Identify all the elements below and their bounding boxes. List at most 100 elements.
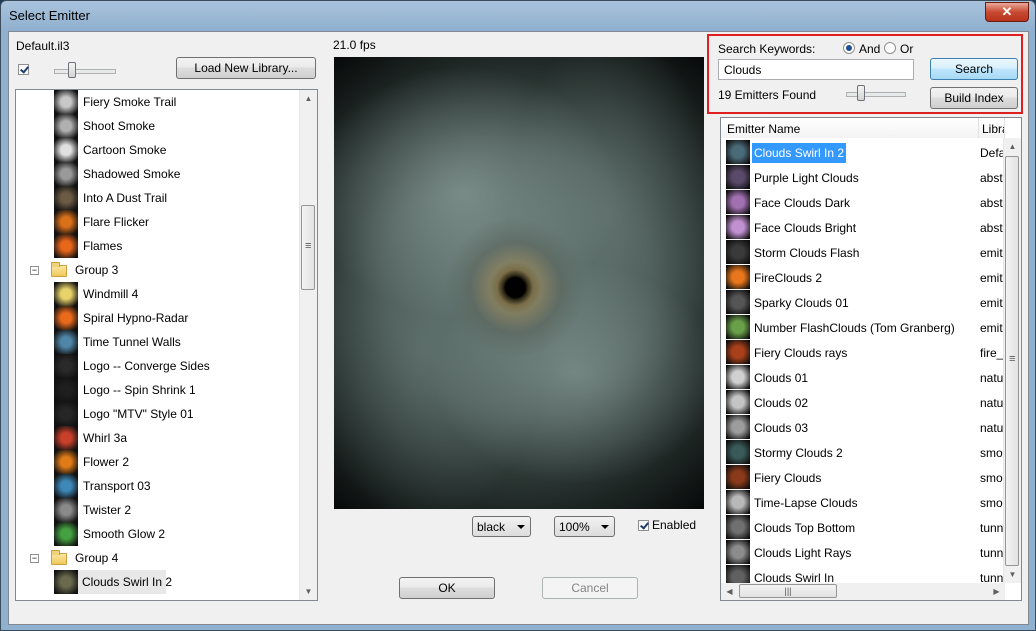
- ok-button[interactable]: OK: [399, 577, 495, 599]
- library-enabled-checkbox[interactable]: [18, 64, 29, 75]
- result-library-name: natu: [980, 371, 1004, 385]
- result-row[interactable]: Clouds Swirl In 2 Defa: [722, 140, 1005, 165]
- search-slider-thumb[interactable]: [857, 85, 865, 101]
- tree-item-label: Logo -- Converge Sides: [83, 359, 210, 373]
- tree-item[interactable]: Smooth Glow 2: [16, 522, 301, 546]
- thumbnail-size-slider-thumb[interactable]: [68, 62, 76, 78]
- tree-item-label: Clouds Swirl In 2: [82, 575, 173, 589]
- tree-item[interactable]: Fiery Smoke Trail: [16, 90, 301, 114]
- tree-item[interactable]: Spiral Hypno-Radar: [16, 306, 301, 330]
- search-results-list[interactable]: Emitter Name Libra Clouds Swirl In 2 Defa…: [720, 117, 1022, 601]
- result-row[interactable]: Clouds 03 natu: [722, 415, 1005, 440]
- results-vscroll-thumb[interactable]: [1005, 156, 1019, 566]
- emitter-tree[interactable]: Fiery Smoke Trail Shoot Smoke Cartoon Smok…: [15, 89, 318, 601]
- tree-scroll-thumb[interactable]: [301, 205, 315, 290]
- thumbnail-size-slider-track[interactable]: [54, 69, 116, 74]
- result-emitter-name: Clouds Swirl In 2: [752, 143, 847, 163]
- scroll-up-arrow-icon[interactable]: ▲: [1004, 138, 1021, 155]
- title-bar[interactable]: Select Emitter ✕: [1, 1, 1035, 31]
- tree-item-label: Whirl 3a: [83, 431, 128, 445]
- result-row[interactable]: Number FlashClouds (Tom Granberg) emit: [722, 315, 1005, 340]
- column-header-emitter-name[interactable]: Emitter Name: [721, 118, 979, 138]
- result-row[interactable]: Clouds Top Bottom tunn: [722, 515, 1005, 540]
- result-row[interactable]: Sparky Clouds 01 emit: [722, 290, 1005, 315]
- scroll-up-arrow-icon[interactable]: ▲: [300, 90, 317, 107]
- tree-item[interactable]: Twister 2: [16, 498, 301, 522]
- emitter-thumbnail: [726, 215, 750, 239]
- load-new-library-button[interactable]: Load New Library...: [176, 57, 316, 79]
- emitter-thumbnail: [54, 522, 78, 546]
- search-keywords-input[interactable]: [718, 59, 914, 80]
- scroll-down-arrow-icon[interactable]: ▼: [300, 583, 317, 600]
- result-rows: Clouds Swirl In 2 Defa Purple Light Clouds…: [721, 138, 1005, 584]
- tree-vertical-scrollbar[interactable]: ▲ ▼: [299, 90, 317, 600]
- result-row[interactable]: Purple Light Clouds abst: [722, 165, 1005, 190]
- or-radio[interactable]: [884, 42, 896, 54]
- tree-item-label: Spiral Hypno-Radar: [83, 311, 189, 325]
- result-row[interactable]: Fiery Clouds smo: [722, 465, 1005, 490]
- result-row[interactable]: Clouds Light Rays tunn: [722, 540, 1005, 565]
- result-row[interactable]: Stormy Clouds 2 smo: [722, 440, 1005, 465]
- result-row[interactable]: Face Clouds Dark abst: [722, 190, 1005, 215]
- tree-item[interactable]: Logo -- Converge Sides: [16, 354, 301, 378]
- tree-item[interactable]: Flower 2: [16, 450, 301, 474]
- tree-item[interactable]: Shoot Smoke: [16, 114, 301, 138]
- background-color-select[interactable]: black: [472, 516, 531, 537]
- tree-item[interactable]: Time Tunnel Walls: [16, 330, 301, 354]
- result-row[interactable]: Clouds 02 natu: [722, 390, 1005, 415]
- result-library-name: emit: [980, 321, 1003, 335]
- folder-icon: [51, 262, 67, 277]
- tree-item-label: Time Tunnel Walls: [83, 335, 181, 349]
- tree-group[interactable]: − Group 3: [16, 258, 301, 282]
- result-row[interactable]: Time-Lapse Clouds smo: [722, 490, 1005, 515]
- result-row[interactable]: Clouds Swirl In tunn: [722, 565, 1005, 584]
- tree-item[interactable]: Flare Flicker: [16, 210, 301, 234]
- tree-group-label: Group 3: [75, 263, 119, 277]
- result-row[interactable]: Face Clouds Bright abst: [722, 215, 1005, 240]
- tree-item[interactable]: Transport 03: [16, 474, 301, 498]
- result-row[interactable]: Storm Clouds Flash emit: [722, 240, 1005, 265]
- zoom-select[interactable]: 100%: [554, 516, 615, 537]
- tree-item[interactable]: Whirl 3a: [16, 426, 301, 450]
- tree-item[interactable]: Flames: [16, 234, 301, 258]
- close-button[interactable]: ✕: [985, 2, 1029, 22]
- and-radio[interactable]: [843, 42, 855, 54]
- tree-item[interactable]: Logo -- Spin Shrink 1: [16, 378, 301, 402]
- tree-group-label: Group 4: [75, 551, 119, 565]
- emitter-thumbnail: [54, 570, 78, 594]
- build-index-button[interactable]: Build Index: [930, 87, 1018, 109]
- tree-item[interactable]: Windmill 4: [16, 282, 301, 306]
- emitter-thumbnail: [726, 490, 750, 514]
- results-horizontal-scrollbar[interactable]: ◀ ||| ▶: [721, 583, 1005, 600]
- tree-item[interactable]: Shadowed Smoke: [16, 162, 301, 186]
- collapse-icon[interactable]: −: [30, 554, 39, 563]
- library-name: Default.il3: [16, 39, 70, 53]
- results-vertical-scrollbar[interactable]: ▲ ▼: [1003, 138, 1021, 583]
- fps-readout: 21.0 fps: [333, 38, 376, 52]
- emitter-thumbnail: [54, 90, 78, 114]
- result-row[interactable]: FireClouds 2 emit: [722, 265, 1005, 290]
- cancel-button[interactable]: Cancel: [542, 577, 638, 599]
- scroll-left-arrow-icon[interactable]: ◀: [721, 583, 738, 600]
- tree-group[interactable]: − Group 4: [16, 546, 301, 570]
- collapse-icon[interactable]: −: [30, 266, 39, 275]
- tree-item-label: Logo "MTV" Style 01: [83, 407, 194, 421]
- result-row[interactable]: Clouds 01 natu: [722, 365, 1005, 390]
- emitter-preview[interactable]: [334, 57, 704, 509]
- search-button[interactable]: Search: [930, 58, 1018, 80]
- result-emitter-name: Number FlashClouds (Tom Granberg): [754, 321, 955, 335]
- result-row[interactable]: Fiery Clouds rays fire_: [722, 340, 1005, 365]
- search-slider-track[interactable]: [846, 92, 906, 97]
- tree-item-label: Windmill 4: [83, 287, 139, 301]
- scroll-right-arrow-icon[interactable]: ▶: [988, 583, 1005, 600]
- tree-item[interactable]: Clouds Swirl In 2: [54, 570, 172, 594]
- scroll-down-arrow-icon[interactable]: ▼: [1004, 566, 1021, 583]
- folder-icon: [51, 550, 67, 565]
- preview-enabled-checkbox[interactable]: [638, 520, 649, 531]
- tree-item[interactable]: Cartoon Smoke: [16, 138, 301, 162]
- result-library-name: abst: [980, 196, 1003, 210]
- column-header-library[interactable]: Libra: [979, 118, 1005, 138]
- results-hscroll-thumb[interactable]: |||: [739, 584, 837, 598]
- tree-item[interactable]: Logo "MTV" Style 01: [16, 402, 301, 426]
- tree-item[interactable]: Into A Dust Trail: [16, 186, 301, 210]
